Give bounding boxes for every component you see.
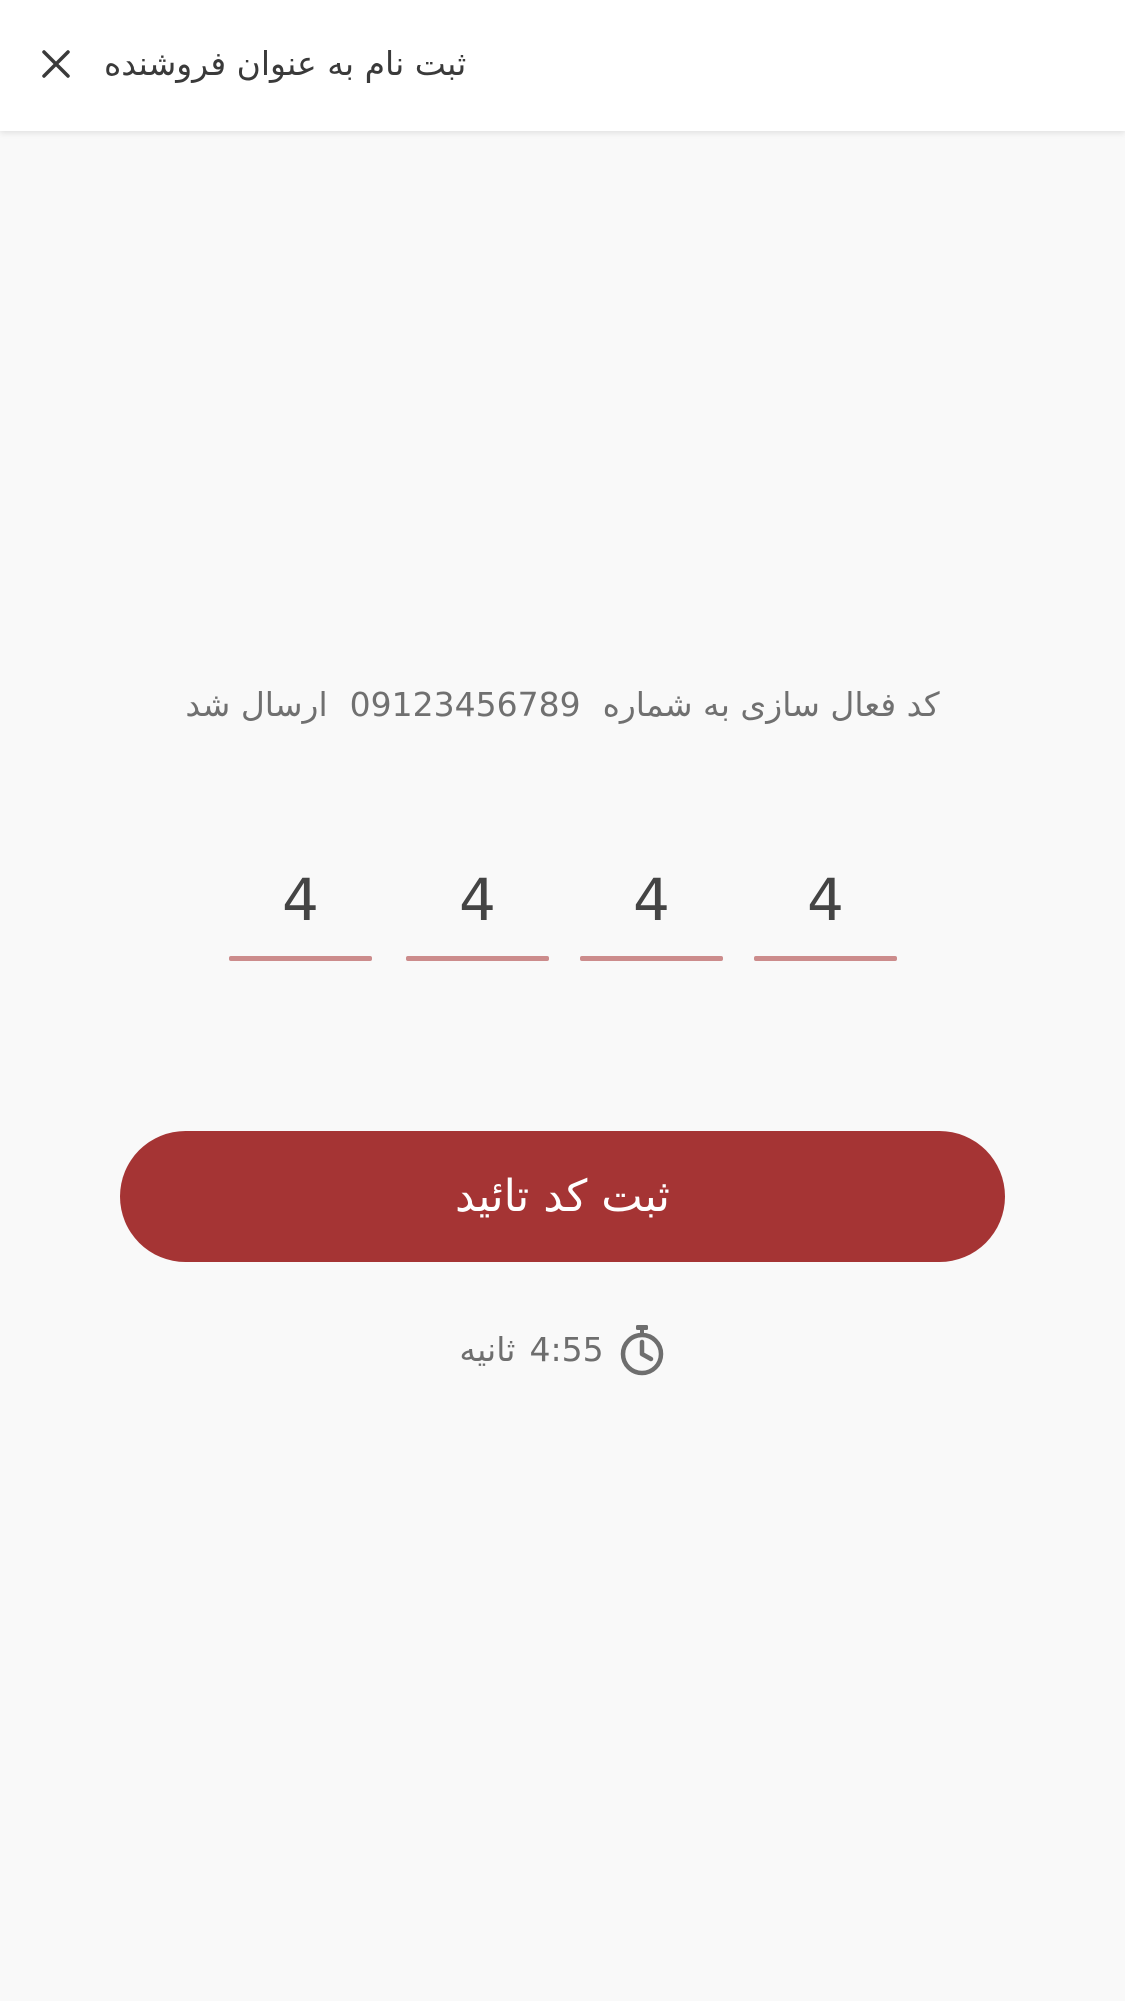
otp-digit-input[interactable]: 4 xyxy=(229,862,372,962)
page-title: ثبت نام به عنوان فروشنده xyxy=(104,44,467,83)
close-icon xyxy=(42,50,70,78)
submit-code-button[interactable]: ثبت کد تائید xyxy=(120,1131,1005,1262)
phone-number: 09123456789 xyxy=(349,685,581,724)
app-bar: ثبت نام به عنوان فروشنده xyxy=(0,0,1125,131)
timer-value: 4:55 xyxy=(529,1330,604,1369)
timer-unit: ثانیه xyxy=(459,1330,516,1369)
verification-prefix: کد فعال سازی به شماره xyxy=(602,685,940,724)
stopwatch-icon xyxy=(620,1325,663,1376)
otp-digit-input[interactable]: 4 xyxy=(406,862,549,962)
otp-digit-input[interactable]: 4 xyxy=(580,862,723,962)
verification-suffix: ارسال شد xyxy=(185,685,328,724)
verification-message: کد فعال سازی به شماره 09123456789 ارسال … xyxy=(0,680,1125,730)
countdown-timer: ثانیه 4:55 xyxy=(0,1320,1125,1380)
otp-input-group: 4 4 4 4 xyxy=(229,862,897,962)
otp-digit-input[interactable]: 4 xyxy=(754,862,897,962)
close-button[interactable] xyxy=(30,38,82,90)
